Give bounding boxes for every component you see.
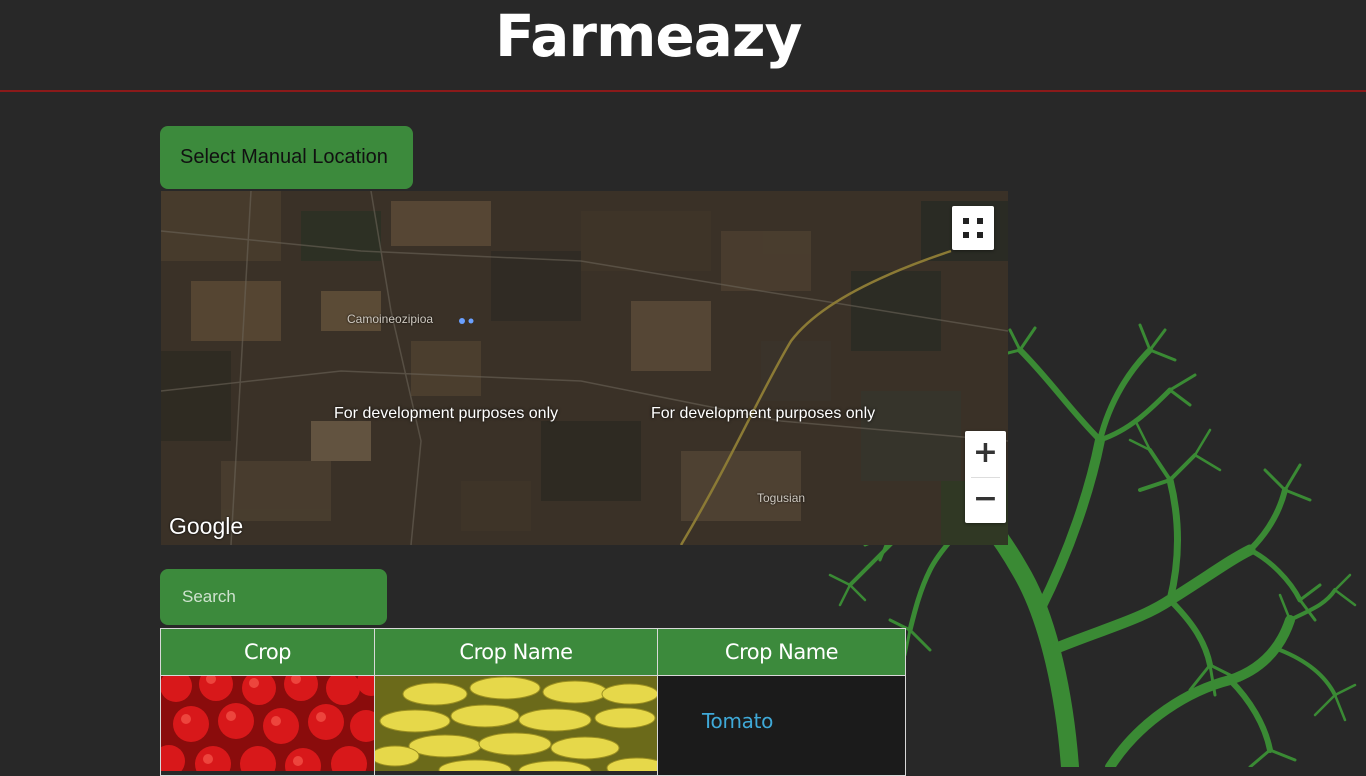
crop-name-cell: Tomato	[657, 675, 906, 776]
column-header-crop[interactable]: Crop	[160, 628, 375, 676]
table-row[interactable]: Tomato	[153, 667, 906, 776]
map-place-label: Camoineozipioa	[347, 312, 434, 326]
crop-table: Crop Crop Name Crop Name Tomato	[153, 628, 906, 776]
search-input[interactable]	[160, 569, 387, 625]
column-header-crop-name[interactable]: Crop Name	[374, 628, 658, 676]
dev-watermark: For development purposes only	[651, 405, 876, 422]
zoom-in-button[interactable]: +	[965, 431, 1006, 477]
dev-watermark: For development purposes only	[334, 405, 559, 422]
app-header: Farmeazy	[0, 0, 1366, 92]
tomatoes-image[interactable]	[153, 667, 385, 776]
zoom-control: + −	[965, 431, 1006, 523]
map-place-label: Togusian	[757, 491, 806, 505]
zoom-out-button[interactable]: −	[965, 477, 1006, 523]
table-header-row: Crop Crop Name Crop Name	[160, 628, 906, 676]
column-header-crop-name[interactable]: Crop Name	[657, 628, 906, 676]
fullscreen-button[interactable]	[952, 206, 994, 250]
crop-name-link[interactable]: Tomato	[702, 709, 905, 733]
select-manual-location-button[interactable]: Select Manual Location	[160, 126, 413, 189]
satellite-imagery	[161, 191, 1008, 545]
crop-image-cell	[370, 675, 668, 776]
crop-image-cell	[153, 667, 385, 776]
map-view[interactable]: Camoineozipioa Togusian For development …	[161, 191, 1008, 545]
bananas-image[interactable]	[370, 676, 668, 776]
app-title: Farmeazy	[495, 2, 802, 70]
google-logo: Google	[169, 513, 244, 539]
